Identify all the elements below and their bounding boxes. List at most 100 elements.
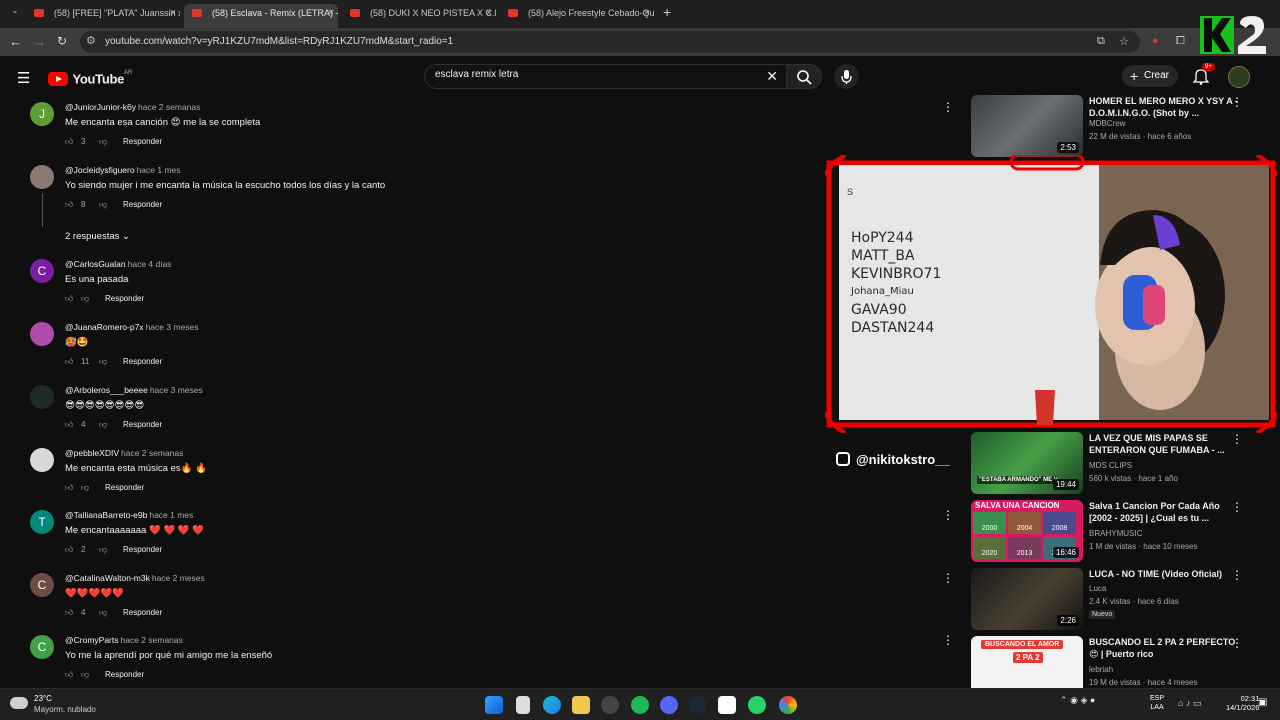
comment-author[interactable]: @CatalinaWalton-m3k xyxy=(65,573,150,583)
avatar[interactable]: J xyxy=(30,102,54,126)
related-video-item[interactable]: 2:26 LUCA - NO TIME (Video Oficial) Luca… xyxy=(971,568,1271,630)
comment-time[interactable]: hace 1 mes xyxy=(137,165,181,175)
dislike-icon[interactable]: 👎︎ xyxy=(99,357,113,367)
network-icon[interactable]: ◉ xyxy=(1070,695,1078,705)
dislike-icon[interactable]: 👎︎ xyxy=(99,420,113,430)
whatsapp-icon[interactable] xyxy=(748,696,766,714)
dislike-icon[interactable]: 👎︎ xyxy=(99,137,113,147)
close-tab-icon[interactable]: × xyxy=(170,4,176,22)
notepad-icon[interactable] xyxy=(516,696,530,714)
reply-button[interactable]: Responder xyxy=(123,200,162,209)
avatar[interactable] xyxy=(30,385,54,409)
channel-name[interactable]: MDS CLIPS xyxy=(1089,461,1132,470)
new-tab-button[interactable]: + xyxy=(663,4,671,20)
dislike-icon[interactable]: 👎︎ xyxy=(99,545,113,555)
reload-icon[interactable]: ↻ xyxy=(57,34,67,48)
comment-author[interactable]: @CarlosGualan xyxy=(65,259,126,269)
windows-start-icon[interactable] xyxy=(485,696,503,714)
like-icon[interactable]: 👍︎ xyxy=(65,608,75,618)
video-thumbnail[interactable]: BUSCANDO EL AMOR 2 PA 2 xyxy=(971,636,1083,688)
comment-author[interactable]: @JuniorJunior-k6y xyxy=(65,102,136,112)
like-icon[interactable]: 👍︎ xyxy=(65,420,75,430)
like-icon[interactable]: 👍︎ xyxy=(65,483,75,493)
video-title[interactable]: Salva 1 Cancion Por Cada Año [2002 - 202… xyxy=(1089,500,1239,524)
chrome-icon[interactable] xyxy=(779,696,797,714)
video-thumbnail[interactable]: 2:53 xyxy=(971,95,1083,157)
video-thumbnail[interactable]: "ESTABA ARMANDO" ME VIERON MIS VIE... 19… xyxy=(971,432,1083,494)
avatar[interactable] xyxy=(30,165,54,189)
video-title[interactable]: LUCA - NO TIME (Video Oficial) xyxy=(1089,568,1239,580)
more-options-icon[interactable]: ⋮ xyxy=(1231,568,1243,582)
steam-icon[interactable] xyxy=(689,696,707,714)
channel-name[interactable]: Luca xyxy=(1089,584,1106,593)
video-thumbnail[interactable]: SALVA UNA CANCION 2000 2004 2008 2020 20… xyxy=(971,500,1083,562)
capcut-icon[interactable] xyxy=(718,696,736,714)
system-tray[interactable]: ⌃ ◉ ◈ ● xyxy=(1060,695,1095,706)
like-icon[interactable]: 👍︎ xyxy=(65,294,75,304)
account-avatar[interactable] xyxy=(1228,66,1250,88)
reply-button[interactable]: Responder xyxy=(105,670,144,679)
more-options-icon[interactable]: ⋮ xyxy=(1231,500,1243,514)
avatar[interactable]: C xyxy=(30,635,54,659)
extension-icon[interactable]: ● xyxy=(1152,35,1159,47)
voice-search-button[interactable] xyxy=(834,64,859,89)
browser-tab-active[interactable]: (58) Esclava - Remix (LETRA) - Y × xyxy=(184,4,338,28)
comment-time[interactable]: hace 2 semanas xyxy=(121,635,183,645)
more-options-icon[interactable]: ⋮ xyxy=(1231,95,1243,109)
obs-icon[interactable] xyxy=(601,696,619,714)
install-app-icon[interactable]: ⧉ xyxy=(1097,35,1105,48)
video-thumbnail[interactable]: 2:26 xyxy=(971,568,1083,630)
forward-arrow-icon[interactable]: → xyxy=(33,34,46,49)
mic-tray-icon[interactable]: ● xyxy=(1090,695,1095,705)
dislike-icon[interactable]: 👎︎ xyxy=(81,483,95,493)
comment-time[interactable]: hace 2 semanas xyxy=(138,102,200,112)
wifi-volume-icons[interactable]: ⌂ ♪ ▭ xyxy=(1178,698,1201,709)
address-bar[interactable]: ⚙ youtube.com/watch?v=yRJ1KZU7mdM&list=R… xyxy=(80,31,1140,53)
system-clock[interactable]: 02:31 14/1/2026 xyxy=(1226,694,1259,712)
comment-author[interactable]: @CromyParts xyxy=(65,635,119,645)
edge-browser-icon[interactable] xyxy=(543,696,561,714)
search-input[interactable] xyxy=(435,69,755,80)
comment-author[interactable]: @pebbleXDIV xyxy=(65,448,119,458)
comment-time[interactable]: hace 3 meses xyxy=(146,322,199,332)
file-explorer-icon[interactable] xyxy=(572,696,590,714)
comment-author[interactable]: @Arboleros___beeee xyxy=(65,385,148,395)
reply-button[interactable]: Responder xyxy=(123,545,162,554)
like-icon[interactable]: 👍︎ xyxy=(65,200,75,210)
related-video-item[interactable]: 2:53 HOMER EL MERO MERO X YSY A - D.O.M.… xyxy=(971,95,1271,157)
comment-time[interactable]: hace 4 días xyxy=(128,259,172,269)
bluetooth-icon[interactable]: ◈ xyxy=(1080,695,1087,705)
more-options-icon[interactable]: ⋮ xyxy=(1231,636,1243,650)
more-options-icon[interactable]: ⋮ xyxy=(942,571,954,585)
dislike-icon[interactable]: 👎︎ xyxy=(99,608,113,618)
notification-center-icon[interactable]: ▣ xyxy=(1258,697,1267,708)
comment-time[interactable]: hace 2 meses xyxy=(152,573,205,583)
browser-tab[interactable]: (58) DUKI X NEO PISTEA X C.R.O × xyxy=(342,4,496,28)
video-title[interactable]: HOMER EL MERO MERO X YSY A - D.O.M.I.N.G… xyxy=(1089,95,1239,119)
comment-author[interactable]: @TallianaBarreto-e9b xyxy=(65,510,147,520)
video-title[interactable]: LA VEZ QUE MIS PAPAS SE ENTERARON QUE FU… xyxy=(1089,432,1239,456)
dislike-icon[interactable]: 👎︎ xyxy=(81,670,95,680)
tab-search-button[interactable]: ⌄ xyxy=(6,6,24,22)
comment-author[interactable]: @JuanaRomero-p7x xyxy=(65,322,144,332)
show-replies-button[interactable]: 2 respuestas ⌄ xyxy=(65,231,130,242)
related-video-item[interactable]: SALVA UNA CANCION 2000 2004 2008 2020 20… xyxy=(971,500,1271,562)
like-icon[interactable]: 👍︎ xyxy=(65,357,75,367)
reply-button[interactable]: Responder xyxy=(123,137,162,146)
more-options-icon[interactable]: ⋮ xyxy=(942,100,954,114)
avatar[interactable]: T xyxy=(30,510,54,534)
reply-button[interactable]: Responder xyxy=(123,608,162,617)
like-icon[interactable]: 👍︎ xyxy=(65,137,75,147)
close-tab-icon[interactable]: × xyxy=(486,4,492,22)
channel-name[interactable]: MDBCrew xyxy=(1089,119,1125,128)
comment-time[interactable]: hace 1 mes xyxy=(149,510,193,520)
close-tab-icon[interactable]: × xyxy=(644,4,650,22)
browser-tab[interactable]: (58) [FREE] "PLATA" Juanssin x L × xyxy=(26,4,180,28)
like-icon[interactable]: 👍︎ xyxy=(65,545,75,555)
reply-button[interactable]: Responder xyxy=(105,483,144,492)
search-box[interactable]: ✕ xyxy=(424,64,786,89)
search-button[interactable] xyxy=(786,64,822,89)
language-indicator[interactable]: ESP LAA xyxy=(1150,694,1164,712)
avatar[interactable]: C xyxy=(30,259,54,283)
comment-time[interactable]: hace 2 semanas xyxy=(121,448,183,458)
